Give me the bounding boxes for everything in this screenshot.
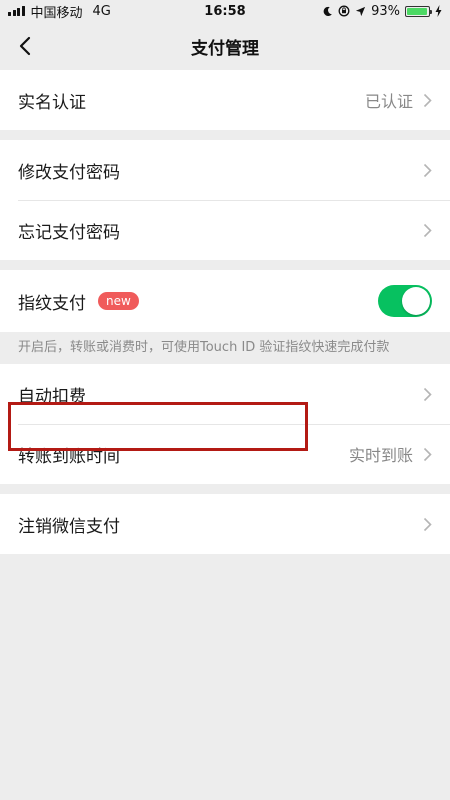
payments-group: 自动扣费 转账到账时间 实时到账 bbox=[0, 364, 450, 484]
auto-deduct-row[interactable]: 自动扣费 bbox=[0, 364, 450, 424]
transfer-time-label: 转账到账时间 bbox=[18, 446, 120, 467]
chevron-right-icon bbox=[423, 447, 432, 462]
carrier-label: 中国移动 bbox=[30, 5, 83, 21]
chevron-right-icon bbox=[423, 517, 432, 532]
signal-icon bbox=[8, 6, 25, 16]
status-left: 中国移动 4G bbox=[8, 2, 111, 21]
identity-group: 实名认证 已认证 bbox=[0, 70, 450, 130]
real-name-auth-label: 实名认证 bbox=[18, 92, 86, 113]
chevron-left-icon bbox=[19, 36, 31, 56]
status-right: 93% bbox=[322, 4, 442, 19]
auto-deduct-label: 自动扣费 bbox=[18, 386, 86, 407]
battery-fill bbox=[407, 7, 427, 15]
chevron-right-icon bbox=[423, 93, 432, 108]
new-badge: new bbox=[98, 292, 139, 310]
network-label: 4G bbox=[92, 3, 111, 19]
chevron-right-icon bbox=[423, 387, 432, 402]
location-icon bbox=[356, 6, 366, 16]
forgot-password-row[interactable]: 忘记支付密码 bbox=[0, 200, 450, 260]
charging-icon bbox=[435, 5, 442, 17]
lock-rotation-icon bbox=[338, 5, 350, 17]
transfer-time-row[interactable]: 转账到账时间 实时到账 bbox=[0, 424, 450, 484]
status-bar: 中国移动 4G 16:58 93% bbox=[0, 0, 450, 22]
back-button[interactable] bbox=[14, 34, 36, 58]
moon-icon bbox=[323, 6, 332, 16]
fingerprint-toggle[interactable] bbox=[378, 285, 432, 317]
change-password-row[interactable]: 修改支付密码 bbox=[0, 140, 450, 200]
toggle-knob bbox=[402, 287, 430, 315]
nav-bar: 支付管理 bbox=[0, 22, 450, 70]
cancel-group: 注销微信支付 bbox=[0, 494, 450, 554]
group-gap bbox=[0, 130, 450, 140]
page-title: 支付管理 bbox=[191, 38, 259, 59]
battery-icon bbox=[405, 5, 432, 17]
transfer-time-value: 实时到账 bbox=[348, 446, 413, 465]
cancel-wechat-pay-label: 注销微信支付 bbox=[18, 516, 120, 537]
password-group: 修改支付密码 忘记支付密码 bbox=[0, 140, 450, 260]
battery-percent: 93% bbox=[371, 3, 400, 19]
forgot-password-label: 忘记支付密码 bbox=[18, 222, 120, 243]
real-name-auth-row[interactable]: 实名认证 已认证 bbox=[0, 70, 450, 130]
group-gap bbox=[0, 260, 450, 270]
real-name-auth-status: 已认证 bbox=[364, 92, 413, 111]
chevron-right-icon bbox=[423, 223, 432, 238]
group-gap bbox=[0, 484, 450, 494]
fingerprint-group: 指纹支付 new bbox=[0, 270, 450, 332]
chevron-right-icon bbox=[423, 163, 432, 178]
cancel-wechat-pay-row[interactable]: 注销微信支付 bbox=[0, 494, 450, 554]
fingerprint-pay-row: 指纹支付 new bbox=[0, 270, 450, 332]
fingerprint-pay-label: 指纹支付 bbox=[18, 293, 86, 314]
change-password-label: 修改支付密码 bbox=[18, 162, 120, 183]
fingerprint-hint: 开启后，转账或消费时，可使用Touch ID 验证指纹快速完成付款 bbox=[0, 332, 450, 364]
